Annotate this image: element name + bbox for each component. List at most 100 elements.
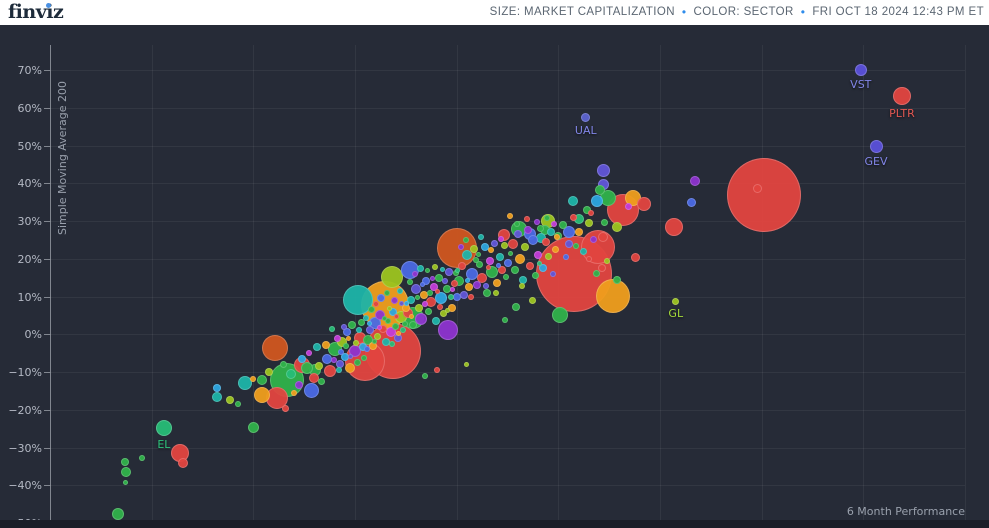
stock-bubble[interactable] [501, 242, 509, 250]
stock-bubble-PLTR[interactable] [892, 87, 911, 106]
stock-bubble[interactable] [367, 306, 375, 314]
stock-bubble[interactable] [637, 197, 652, 211]
stock-bubble[interactable] [600, 219, 608, 227]
stock-bubble[interactable] [388, 340, 395, 347]
stock-bubble[interactable] [584, 218, 593, 227]
stock-bubble[interactable] [225, 396, 234, 405]
stock-bubble[interactable] [394, 313, 400, 319]
stock-bubble[interactable] [513, 220, 520, 227]
stock-bubble[interactable] [521, 243, 530, 252]
stock-bubble[interactable] [630, 252, 640, 262]
stock-bubble[interactable] [664, 218, 683, 237]
stock-bubble[interactable] [612, 275, 621, 284]
stock-bubble[interactable] [491, 240, 499, 248]
stock-bubble[interactable] [356, 326, 363, 333]
stock-bubble[interactable] [401, 320, 408, 327]
stock-bubble[interactable] [139, 455, 145, 462]
stock-bubble[interactable] [366, 321, 372, 327]
stock-bubble[interactable] [396, 287, 403, 294]
stock-bubble[interactable] [422, 372, 429, 379]
stock-bubble[interactable] [507, 213, 514, 220]
stock-bubble[interactable] [381, 266, 404, 289]
stock-bubble[interactable] [483, 288, 492, 297]
stock-bubble[interactable] [562, 253, 569, 260]
stock-bubble[interactable] [427, 289, 434, 296]
stock-bubble[interactable] [438, 320, 459, 341]
stock-bubble[interactable] [529, 296, 537, 304]
stock-bubble[interactable] [597, 163, 611, 177]
stock-bubble[interactable] [376, 324, 382, 330]
stock-bubble[interactable] [544, 253, 552, 261]
stock-bubble[interactable] [381, 315, 387, 321]
stock-bubble[interactable] [414, 294, 420, 300]
stock-bubble[interactable] [353, 339, 360, 346]
stock-bubble[interactable] [383, 289, 390, 296]
stock-bubble[interactable] [588, 210, 595, 217]
stock-bubble[interactable] [513, 230, 522, 239]
stock-bubble[interactable] [329, 325, 336, 332]
stock-bubble[interactable] [424, 268, 430, 274]
stock-bubble[interactable] [485, 264, 491, 270]
stock-bubble-MRNA[interactable] [112, 507, 125, 520]
stock-bubble[interactable] [495, 263, 501, 269]
stock-bubble[interactable] [249, 376, 256, 383]
stock-bubble[interactable] [253, 387, 270, 404]
stock-bubble[interactable] [321, 340, 330, 349]
stock-bubble[interactable] [526, 262, 535, 271]
stock-bubble-GEV[interactable] [869, 140, 883, 154]
stock-bubble[interactable] [330, 356, 337, 363]
stock-bubble[interactable] [533, 218, 540, 225]
stock-bubble[interactable] [536, 260, 542, 266]
stock-bubble[interactable] [752, 184, 762, 194]
stock-bubble[interactable] [121, 458, 130, 467]
stock-bubble[interactable] [485, 256, 494, 265]
stock-bubble[interactable] [686, 198, 696, 207]
stock-bubble[interactable] [445, 308, 451, 314]
stock-bubble[interactable] [333, 334, 341, 342]
stock-bubble[interactable] [361, 354, 368, 361]
stock-bubble[interactable] [364, 345, 371, 352]
stock-bubble-GL[interactable] [672, 297, 680, 305]
stock-bubble[interactable] [439, 266, 445, 272]
stock-bubble[interactable] [534, 250, 542, 259]
stock-bubble[interactable] [256, 375, 267, 386]
stock-bubble[interactable] [527, 234, 538, 245]
stock-bubble[interactable] [478, 233, 485, 240]
stock-bubble[interactable] [177, 457, 188, 468]
stock-bubble[interactable] [291, 389, 297, 396]
stock-bubble[interactable] [335, 367, 342, 374]
stock-bubble[interactable] [590, 194, 603, 207]
stock-bubble[interactable] [595, 278, 630, 313]
stock-bubble[interactable] [493, 279, 502, 288]
stock-bubble[interactable] [346, 336, 352, 342]
stock-bubble[interactable] [121, 467, 132, 478]
stock-bubble[interactable] [472, 256, 479, 263]
stock-bubble[interactable] [315, 362, 324, 371]
stock-bubble[interactable] [411, 270, 418, 277]
stock-bubble[interactable] [213, 384, 222, 393]
stock-bubble[interactable] [553, 234, 560, 241]
stock-bubble[interactable] [447, 294, 454, 301]
stock-bubble[interactable] [507, 250, 513, 256]
stock-bubble[interactable] [523, 216, 530, 223]
stock-bubble[interactable] [467, 294, 474, 301]
stock-bubble[interactable] [611, 221, 622, 232]
stock-bubble[interactable] [551, 221, 558, 228]
stock-bubble[interactable] [248, 421, 260, 433]
stock-bubble[interactable] [450, 287, 456, 293]
stock-bubble[interactable] [507, 238, 518, 249]
stock-bubble[interactable] [450, 279, 458, 287]
stock-bubble[interactable] [429, 275, 435, 281]
stock-bubble[interactable] [282, 405, 290, 413]
stock-bubble[interactable] [603, 257, 610, 264]
stock-bubble[interactable] [518, 282, 525, 289]
stock-bubble[interactable] [262, 335, 289, 362]
stock-bubble[interactable] [475, 251, 481, 257]
stock-bubble[interactable] [432, 264, 439, 271]
stock-bubble[interactable] [515, 253, 526, 264]
stock-bubble[interactable] [419, 281, 425, 287]
stock-bubble[interactable] [304, 382, 320, 398]
stock-bubble[interactable] [457, 243, 464, 250]
stock-bubble[interactable] [564, 239, 573, 248]
stock-bubble-UAL[interactable] [581, 113, 591, 123]
